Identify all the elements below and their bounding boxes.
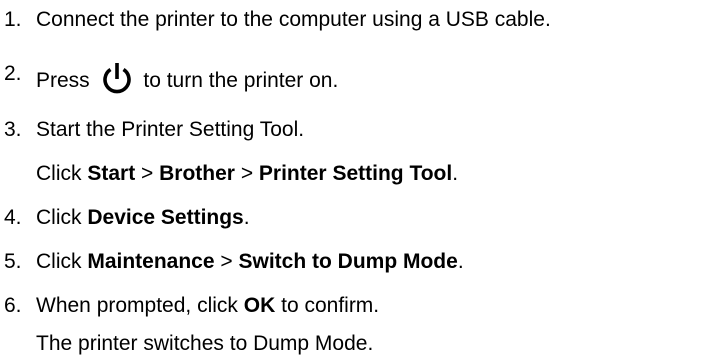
step-number: 4. <box>4 206 22 229</box>
path-separator: > <box>234 162 259 185</box>
step-number: 1. <box>4 8 22 31</box>
instruction-steps: 1. Connect the printer to the computer u… <box>0 0 705 360</box>
ui-path-brother: Brother <box>159 162 235 185</box>
period: . <box>243 206 250 229</box>
step-number: 5. <box>4 250 22 273</box>
ui-path-switch-to-dump-mode: Switch to Dump Mode <box>238 250 458 273</box>
step-text-after: to turn the printer on. <box>143 69 339 92</box>
step-text: Connect the printer to the computer usin… <box>36 8 551 31</box>
ui-button-ok: OK <box>243 294 276 317</box>
step-detail-text: Click Start > Brother > Printer Setting … <box>36 162 458 186</box>
step-number: 2. <box>4 62 22 85</box>
period: . <box>457 250 464 273</box>
step-result-text: The printer switches to Dump Mode. <box>36 332 374 355</box>
click-word: Click <box>36 206 82 229</box>
click-word: Click <box>36 250 82 273</box>
step-text-before: When prompted, click <box>36 294 238 317</box>
period: . <box>452 162 459 185</box>
step-text: Click Device Settings. <box>36 206 250 230</box>
ui-path-printer-setting-tool: Printer Setting Tool <box>258 162 453 185</box>
step-number: 3. <box>4 118 22 141</box>
path-separator: > <box>135 162 160 185</box>
click-word: Click <box>36 162 82 185</box>
ui-path-start: Start <box>87 162 136 185</box>
ui-target-device-settings: Device Settings <box>87 206 244 229</box>
step-text-after: to confirm. <box>281 294 380 317</box>
ui-path-maintenance: Maintenance <box>87 250 215 273</box>
path-separator: > <box>214 250 239 273</box>
step-text-before: Press <box>36 69 90 92</box>
power-icon <box>100 62 134 96</box>
step-text: Click Maintenance > Switch to Dump Mode. <box>36 250 464 274</box>
step-text: When prompted, click OK to confirm. <box>36 294 379 318</box>
step-number: 6. <box>4 294 22 317</box>
step-text: Press to turn the printer on. <box>36 62 338 96</box>
step-text: Start the Printer Setting Tool. <box>36 118 305 141</box>
